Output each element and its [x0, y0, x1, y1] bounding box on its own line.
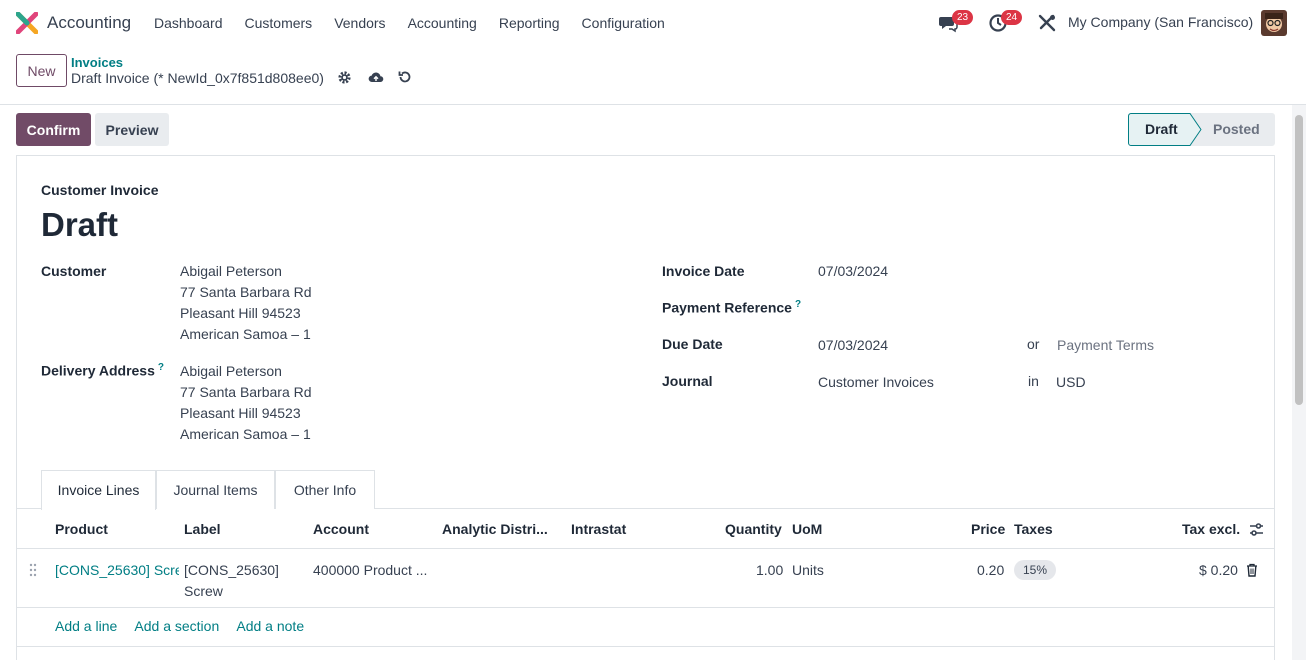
- status-posted-label: Posted: [1213, 121, 1260, 137]
- line-subtotal: $ 0.20: [1199, 562, 1238, 578]
- customer-city: Pleasant Hill 94523: [180, 305, 301, 321]
- tab-invoice-lines[interactable]: Invoice Lines: [41, 470, 156, 510]
- table-footer-divider: [17, 646, 1274, 647]
- add-note-link[interactable]: Add a note: [236, 618, 304, 634]
- delivery-street: 77 Santa Barbara Rd: [180, 384, 312, 400]
- delivery-address-text: Delivery Address: [41, 362, 155, 379]
- status-draft-label: Draft: [1145, 121, 1178, 137]
- discard-undo-icon[interactable]: [397, 69, 413, 85]
- menu-dashboard[interactable]: Dashboard: [143, 0, 234, 46]
- help-tooltip-icon[interactable]: ?: [795, 299, 801, 310]
- payment-terms-field[interactable]: Payment Terms: [1057, 335, 1154, 356]
- line-tax-badge[interactable]: 15%: [1014, 560, 1057, 580]
- confirm-button[interactable]: Confirm: [16, 113, 91, 146]
- invoice-lines-header: Product Label Account Analytic Distri...…: [17, 509, 1274, 549]
- due-date-label: Due Date: [662, 336, 723, 352]
- customer-name: Abigail Peterson: [180, 263, 282, 279]
- app-name[interactable]: Accounting: [47, 13, 131, 33]
- form-sheet: Customer Invoice Draft Customer Abigail …: [16, 155, 1275, 660]
- col-account[interactable]: Account: [313, 521, 369, 537]
- breadcrumb-current-record: Draft Invoice (* NewId_0x7f851d808ee0): [71, 70, 324, 86]
- tab-journal-items[interactable]: Journal Items: [156, 470, 275, 509]
- menu-accounting[interactable]: Accounting: [397, 0, 488, 46]
- menu-vendors[interactable]: Vendors: [323, 0, 396, 46]
- menu-configuration[interactable]: Configuration: [571, 0, 676, 46]
- menu-customers[interactable]: Customers: [234, 0, 324, 46]
- col-tax-excl[interactable]: Tax excl.: [1182, 521, 1240, 537]
- payment-reference-label: Payment Reference?: [662, 299, 801, 316]
- line-label-name: Screw: [184, 583, 223, 599]
- delivery-address-label: Delivery Address?: [41, 362, 164, 379]
- or-label: or: [1027, 336, 1040, 352]
- line-product[interactable]: [CONS_25630] Screw: [55, 560, 179, 581]
- control-panel: New Invoices Draft Invoice (* NewId_0x7f…: [0, 46, 1306, 105]
- add-section-link[interactable]: Add a section: [134, 618, 219, 634]
- optional-columns-icon[interactable]: [1249, 522, 1264, 537]
- col-intrastat[interactable]: Intrastat: [571, 521, 626, 537]
- user-avatar[interactable]: [1261, 10, 1287, 36]
- activities-badge: 24: [1001, 10, 1023, 25]
- messages-badge: 23: [952, 10, 974, 25]
- delivery-address-field[interactable]: Abigail Peterson 77 Santa Barbara Rd Ple…: [180, 361, 312, 445]
- journal-field[interactable]: Customer Invoices: [818, 372, 934, 393]
- currency-field[interactable]: USD: [1056, 372, 1086, 393]
- customer-field[interactable]: Abigail Peterson 77 Santa Barbara Rd Ple…: [180, 261, 312, 345]
- col-price[interactable]: Price: [971, 521, 1005, 537]
- table-row[interactable]: [CONS_25630] Screw [CONS_25630] Screw 40…: [17, 550, 1274, 608]
- delivery-name: Abigail Peterson: [180, 363, 282, 379]
- top-navbar: Accounting Dashboard Customers Vendors A…: [0, 0, 1306, 46]
- page-scrollbar[interactable]: [1292, 105, 1306, 660]
- invoice-date-field[interactable]: 07/03/2024: [818, 261, 888, 282]
- col-quantity[interactable]: Quantity: [725, 521, 782, 537]
- line-quantity[interactable]: 1.00: [756, 560, 783, 581]
- invoice-date-label: Invoice Date: [662, 263, 745, 279]
- record-title: Draft: [41, 206, 119, 243]
- menu-reporting[interactable]: Reporting: [488, 0, 571, 46]
- main-menu: Dashboard Customers Vendors Accounting R…: [143, 0, 676, 46]
- payment-reference-text: Payment Reference: [662, 299, 792, 316]
- col-uom[interactable]: UoM: [792, 521, 822, 537]
- accounting-app-icon[interactable]: [16, 12, 38, 34]
- add-line-links: Add a line Add a section Add a note: [55, 618, 318, 634]
- breadcrumb-invoices[interactable]: Invoices: [71, 55, 123, 70]
- add-line-link[interactable]: Add a line: [55, 618, 117, 634]
- line-label[interactable]: [CONS_25630] Screw: [184, 560, 279, 602]
- cloud-upload-icon[interactable]: [368, 69, 384, 85]
- preview-button[interactable]: Preview: [95, 113, 169, 146]
- in-label: in: [1028, 373, 1039, 389]
- trash-icon[interactable]: [1246, 563, 1258, 577]
- new-button[interactable]: New: [16, 54, 67, 87]
- delivery-city: Pleasant Hill 94523: [180, 405, 301, 421]
- form-action-bar: Confirm Preview Draft Posted: [0, 105, 1292, 155]
- payment-reference-field[interactable]: [818, 297, 1238, 318]
- col-product[interactable]: Product: [55, 521, 108, 537]
- line-label-code: [CONS_25630]: [184, 562, 279, 578]
- customer-country: American Samoa – 1: [180, 326, 311, 342]
- document-type: Customer Invoice: [41, 182, 159, 198]
- line-account[interactable]: 400000 Product ...: [313, 560, 427, 581]
- scrollbar-thumb[interactable]: [1295, 115, 1303, 405]
- status-bar: Draft Posted: [1128, 113, 1275, 146]
- delivery-country: American Samoa – 1: [180, 426, 311, 442]
- col-taxes[interactable]: Taxes: [1014, 521, 1053, 537]
- drag-handle-icon[interactable]: [29, 563, 37, 577]
- due-date-field[interactable]: 07/03/2024: [818, 335, 888, 356]
- line-price[interactable]: 0.20: [977, 560, 1004, 581]
- gear-icon[interactable]: [337, 70, 352, 85]
- help-tooltip-icon[interactable]: ?: [158, 362, 164, 373]
- col-analytic[interactable]: Analytic Distri...: [442, 521, 548, 537]
- company-switcher[interactable]: My Company (San Francisco): [1068, 14, 1253, 30]
- line-uom[interactable]: Units: [792, 560, 824, 581]
- customer-street: 77 Santa Barbara Rd: [180, 284, 312, 300]
- tools-icon[interactable]: [1037, 13, 1057, 33]
- col-label[interactable]: Label: [184, 521, 221, 537]
- journal-label: Journal: [662, 373, 713, 389]
- tab-other-info[interactable]: Other Info: [275, 470, 375, 509]
- customer-label: Customer: [41, 263, 107, 279]
